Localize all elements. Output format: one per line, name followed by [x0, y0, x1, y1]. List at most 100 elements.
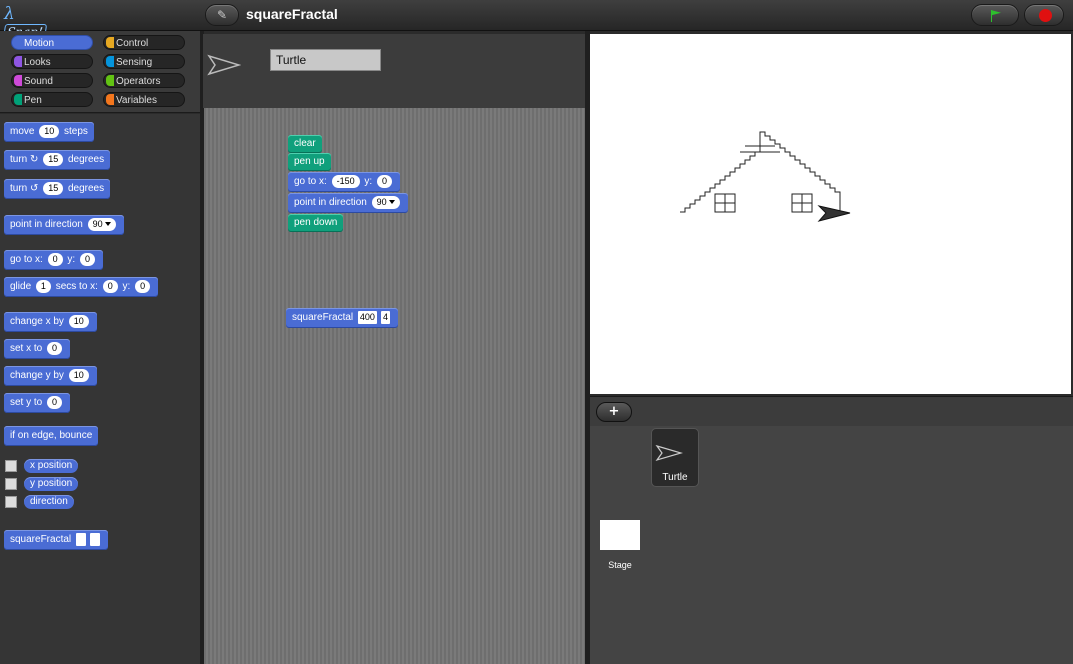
category-control[interactable]: Control	[103, 35, 185, 50]
y-input[interactable]: 0	[79, 252, 95, 266]
pen-up-block[interactable]: pen up	[288, 153, 331, 171]
motion-color-swatch	[14, 37, 22, 48]
y-position-reporter[interactable]: y position	[24, 477, 79, 491]
lambda-logo-glyph: λ	[4, 4, 15, 24]
category-variables[interactable]: Variables	[103, 92, 185, 107]
degrees-input[interactable]: 15	[43, 181, 64, 195]
degrees-input[interactable]: 15	[43, 152, 64, 166]
block-text: point in direction	[10, 219, 83, 230]
category-pen[interactable]: Pen	[11, 92, 93, 107]
category-looks[interactable]: Looks	[11, 54, 93, 69]
dropdown-arrow-icon	[388, 200, 395, 205]
dropdown-arrow-icon	[104, 222, 111, 227]
x-input[interactable]: -150	[331, 174, 360, 188]
block-text: squareFractal	[292, 312, 354, 323]
turn-clockwise-block[interactable]: turn ↻ 15 degrees	[4, 150, 111, 170]
fractal-drawing	[680, 131, 851, 222]
secs-input[interactable]: 1	[35, 279, 51, 293]
block-text: if on edge, bounce	[10, 430, 93, 441]
snap-logo[interactable]: λSnap!	[2, 4, 50, 40]
change-x-block[interactable]: change x by 10	[4, 312, 97, 332]
y-position-checkbox[interactable]	[5, 478, 17, 490]
go-to-xy-block[interactable]: go to x: 0 y: 0	[4, 250, 103, 270]
category-label: Operators	[116, 76, 161, 87]
green-flag-button[interactable]	[971, 4, 1019, 26]
x-input[interactable]: 0	[102, 279, 118, 293]
snap-window: λSnap! ✎ squareFractal Motion Control Lo…	[0, 0, 1073, 664]
y-input[interactable]: 0	[135, 279, 151, 293]
bounce-block[interactable]: if on edge, bounce	[4, 426, 99, 446]
block-text: change x by	[10, 316, 64, 327]
fractal-detail-left	[714, 193, 736, 213]
sound-color-swatch	[14, 75, 22, 86]
x-input[interactable]: 0	[47, 252, 63, 266]
block-text: turn	[10, 154, 28, 165]
top-bar: λSnap! ✎ squareFractal	[0, 0, 1073, 40]
block-text: squareFractal	[10, 534, 72, 545]
block-text: move	[10, 126, 35, 137]
point-in-direction-block[interactable]: point in direction 90	[288, 193, 408, 213]
stage-thumbnail[interactable]	[600, 520, 640, 550]
value-input[interactable]: 10	[68, 314, 89, 328]
turn-counterclockwise-block[interactable]: turn ↺ 15 degrees	[4, 179, 111, 199]
block-text: secs to x:	[55, 281, 98, 292]
category-label: Looks	[24, 57, 51, 68]
steps-input[interactable]: 10	[39, 124, 60, 138]
stage-label: Stage	[608, 560, 632, 570]
go-to-xy-block[interactable]: go to x: -150 y: 0	[288, 172, 400, 192]
stage[interactable]	[590, 34, 1071, 394]
category-label: Control	[116, 38, 149, 49]
level-input[interactable]	[89, 532, 100, 546]
resize-handle[interactable]	[1068, 648, 1072, 662]
block-text: y:	[364, 176, 373, 187]
variables-color-swatch	[106, 94, 114, 105]
fractal-detail-right	[791, 193, 813, 213]
square-fractal-custom-block[interactable]: squareFractal	[4, 530, 108, 550]
direction-dropdown[interactable]: 90	[371, 195, 400, 209]
stop-button[interactable]	[1024, 4, 1064, 26]
category-motion[interactable]: Motion	[11, 35, 93, 50]
y-input[interactable]: 0	[376, 174, 392, 188]
change-y-block[interactable]: change y by 10	[4, 366, 97, 386]
set-x-block[interactable]: set x to 0	[4, 339, 71, 359]
category-label: Motion	[24, 38, 55, 49]
scripting-area[interactable]: clear pen up go to x: -150 y: 0 point in…	[204, 108, 585, 664]
sprite-tile-label: Turtle	[662, 472, 688, 483]
category-operators[interactable]: Operators	[103, 73, 185, 88]
block-text: steps	[64, 126, 88, 137]
x-position-reporter[interactable]: x position	[24, 459, 79, 473]
value-input[interactable]: 10	[68, 368, 89, 382]
pen-down-block[interactable]: pen down	[288, 214, 344, 232]
project-title: squareFractal	[246, 6, 338, 22]
category-label: Sensing	[116, 57, 153, 68]
value-input[interactable]: 0	[47, 395, 63, 409]
add-sprite-button[interactable]: +	[596, 402, 632, 422]
block-text: degrees	[67, 183, 105, 194]
direction-checkbox[interactable]	[5, 496, 17, 508]
sprite-corral-bar: +	[590, 396, 1073, 426]
edit-project-button[interactable]: ✎	[205, 4, 239, 26]
category-sound[interactable]: Sound	[11, 73, 93, 88]
glide-block[interactable]: glide 1 secs to x: 0 y: 0	[4, 277, 159, 297]
square-fractal-call-block[interactable]: squareFractal 400 4	[286, 308, 398, 328]
clear-block[interactable]: clear	[288, 135, 322, 153]
sprite-tile-turtle[interactable]: Turtle	[651, 428, 699, 487]
x-position-checkbox[interactable]	[5, 460, 17, 472]
block-text: set x to	[10, 343, 43, 354]
direction-reporter[interactable]: direction	[24, 495, 74, 509]
block-text: go to x:	[294, 176, 327, 187]
value-input[interactable]: 0	[47, 341, 63, 355]
move-steps-block[interactable]: move 10 steps	[4, 122, 94, 142]
level-input[interactable]: 4	[380, 310, 390, 324]
size-input[interactable]: 400	[357, 310, 377, 324]
sensing-color-swatch	[106, 56, 114, 67]
sprite-name-field[interactable]: Turtle	[270, 49, 381, 71]
pencil-icon: ✎	[216, 8, 228, 22]
point-in-direction-block[interactable]: point in direction 90	[4, 215, 124, 235]
direction-dropdown[interactable]: 90	[87, 217, 116, 231]
counterclockwise-icon: ↺	[30, 183, 39, 194]
set-y-block[interactable]: set y to 0	[4, 393, 71, 413]
block-text: point in direction	[294, 197, 367, 208]
size-input[interactable]	[75, 532, 86, 546]
category-sensing[interactable]: Sensing	[103, 54, 185, 69]
